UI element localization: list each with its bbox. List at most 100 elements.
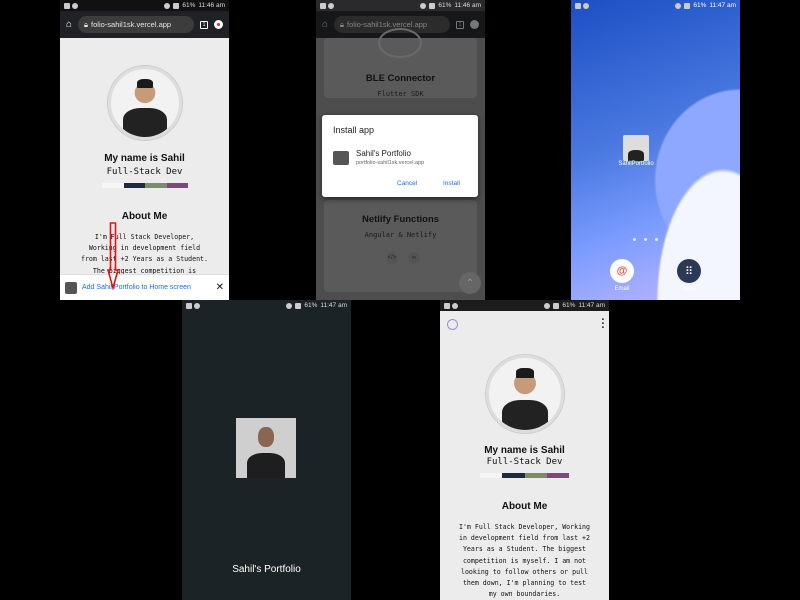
- about-line: them down, I'm planning to test: [462, 579, 587, 588]
- dock-email[interactable]: @ Email: [610, 259, 634, 292]
- wifi-icon: [420, 2, 427, 9]
- address-bar[interactable]: 🔒︎ folio-sahil1sk.vercel.app: [78, 16, 194, 33]
- phone-screen-browser: 61% 11:46 am ⌂ 🔒︎ folio-sahil1sk.vercel.…: [60, 0, 229, 300]
- project-title: Netlify Functions: [361, 214, 440, 225]
- dock-label: Apps: [682, 286, 696, 292]
- cancel-button[interactable]: Cancel: [397, 180, 417, 187]
- wifi-icon: [544, 302, 551, 309]
- notification-icon: [186, 302, 192, 309]
- email-glyph: @: [616, 265, 628, 277]
- install-app-dialog: Install app Sahil's Portfolio portfolio-…: [322, 115, 478, 197]
- phone-screen-splash: 61% 11:47 am Sahil's Portfolio: [182, 300, 351, 600]
- hero-name: My name is Sahil: [484, 445, 565, 456]
- palette-swatch: [166, 183, 188, 188]
- install-button[interactable]: Install: [443, 180, 460, 187]
- battery-percent: 61%: [693, 2, 707, 9]
- about-text: I'm Full Stack Developer, Working in dev…: [444, 522, 605, 600]
- tab-switcher-button[interactable]: 1: [456, 20, 464, 29]
- code-icon[interactable]: </>: [386, 252, 398, 264]
- project-title: BLE Connector: [365, 73, 436, 84]
- project-subtitle: Flutter SDK: [377, 90, 424, 98]
- dock-apps[interactable]: ⠿ Apps: [677, 259, 701, 292]
- notification-icon: [64, 2, 70, 9]
- red-arrow-annotation: [107, 222, 119, 290]
- wifi-icon: [164, 2, 171, 9]
- menu-icon[interactable]: · · ·: [601, 315, 605, 334]
- wifi-icon: [286, 302, 293, 309]
- hero-role: Full-Stack Dev: [106, 167, 183, 177]
- status-bar: 61% 11:47 am: [571, 0, 740, 11]
- color-palette: [102, 183, 188, 188]
- page-dot: [644, 238, 647, 241]
- apps-glyph: ⠿: [684, 265, 694, 278]
- phone-screen-homescreen: 61% 11:47 am SahilPortfolio @ Email ⠿ Ap…: [571, 0, 740, 300]
- about-line: I'm Full Stack Developer,: [94, 233, 195, 241]
- app-url: portfolio-sahil1sk.vercel.app: [356, 160, 425, 166]
- notification-icon: [575, 2, 581, 9]
- notification-icon: [583, 2, 589, 9]
- signal-icon: [173, 2, 180, 9]
- notification-icon: [328, 2, 334, 9]
- status-bar: 61% 11:46 am: [60, 0, 229, 11]
- about-title: About Me: [501, 501, 548, 512]
- browser-menu-icon[interactable]: [214, 20, 223, 29]
- signal-icon: [295, 302, 302, 309]
- color-palette: [480, 473, 569, 478]
- wallpaper: [571, 0, 740, 300]
- site-logo-icon[interactable]: [447, 319, 458, 330]
- about-line: from last +2 Years as a Student.: [80, 255, 209, 264]
- status-bar: 61% 11:47 am: [440, 300, 609, 311]
- about-line: my own boundaries.: [488, 590, 561, 599]
- clock: 11:46 am: [454, 2, 481, 9]
- portfolio-app-icon[interactable]: [623, 135, 649, 161]
- scroll-up-button[interactable]: ⌃: [459, 272, 481, 294]
- signal-icon: [684, 2, 691, 9]
- close-icon[interactable]: ✕: [216, 282, 224, 293]
- tab-switcher-button[interactable]: 1: [200, 20, 208, 29]
- link-icon[interactable]: ∞: [408, 252, 420, 264]
- add-to-home-banner[interactable]: Add Sahil Portfolio to Home screen ✕: [60, 274, 229, 300]
- battery-percent: 61%: [182, 2, 196, 9]
- page-indicator: [633, 238, 669, 241]
- palette-swatch: [145, 183, 167, 188]
- notification-icon: [444, 302, 450, 309]
- wifi-icon: [675, 2, 682, 9]
- battery-percent: 61%: [562, 302, 576, 309]
- lock-icon: 🔒︎: [340, 19, 345, 29]
- page-dot: [666, 238, 669, 241]
- splash-app-name: Sahil's Portfolio: [232, 564, 301, 575]
- hero-name: My name is Sahil: [104, 153, 185, 164]
- browser-menu-icon[interactable]: [470, 20, 479, 29]
- splash-image: [236, 418, 296, 478]
- hero-role: Full-Stack Dev: [486, 457, 563, 467]
- apps-grid-icon[interactable]: ⠿: [677, 259, 701, 283]
- phone-screen-installed-app: 61% 11:47 am · · · My name is Sahil Full-S…: [440, 300, 609, 600]
- app-thumbnail: [333, 151, 349, 165]
- email-icon[interactable]: @: [610, 259, 634, 283]
- palette-swatch: [502, 473, 525, 478]
- portfolio-app-label[interactable]: SahilPortfolio: [611, 161, 661, 167]
- clock: 11:47 am: [709, 2, 736, 9]
- home-icon[interactable]: ⌂: [66, 19, 72, 30]
- battery-percent: 61%: [438, 2, 452, 9]
- dock-label: Email: [614, 286, 630, 292]
- about-line: I'm Full Stack Developer, Working: [458, 523, 590, 531]
- app-header: · · ·: [440, 311, 609, 339]
- about-line: in development field from last +2: [458, 534, 590, 543]
- page-dot: [655, 238, 658, 241]
- add-to-home-link[interactable]: Add Sahil Portfolio to Home screen: [82, 284, 211, 291]
- notification-icon: [194, 302, 200, 309]
- clock: 11:46 am: [198, 2, 225, 9]
- phone-screen-install-dialog: 61% 11:46 am ⌂ 🔒︎ folio-sahil1sk.vercel.…: [316, 0, 485, 300]
- signal-icon: [553, 302, 560, 309]
- page-dot: [633, 238, 636, 241]
- url-text: folio-sahil1sk.vercel.app: [91, 20, 172, 29]
- battery-percent: 61%: [304, 302, 318, 309]
- notification-icon: [72, 2, 78, 9]
- about-text: I'm Full Stack Developer, Working in dev…: [64, 232, 225, 277]
- palette-swatch: [102, 183, 124, 188]
- palette-swatch: [123, 183, 145, 188]
- project-image: [378, 28, 422, 58]
- dialog-title: Install app: [333, 125, 375, 135]
- home-icon[interactable]: ⌂: [322, 19, 328, 30]
